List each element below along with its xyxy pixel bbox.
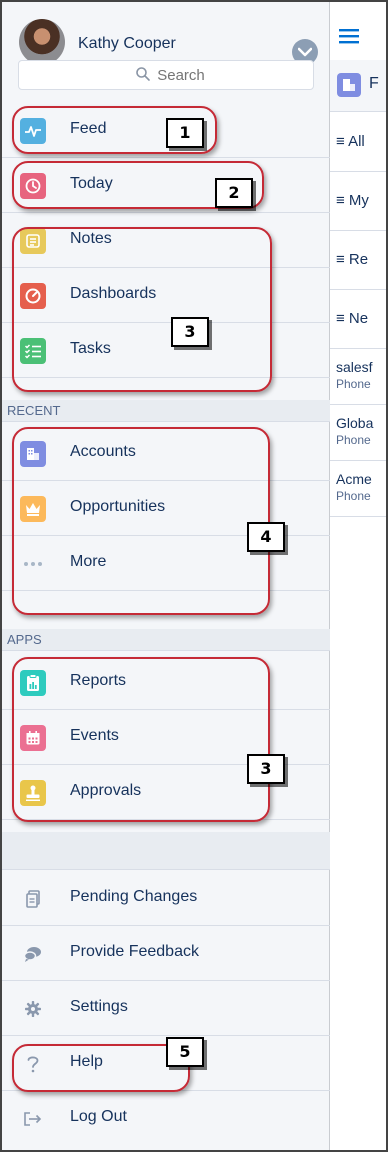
navigation-menu: Kathy Cooper Feed Today — [2, 2, 330, 1150]
record-name: salesf — [336, 359, 373, 375]
callout-badge: 3 — [247, 754, 285, 784]
callout-badge: 3 — [171, 317, 209, 347]
list-view-item[interactable]: ≡ Re — [330, 231, 386, 290]
nav-item-provide-feedback[interactable]: Provide Feedback — [2, 926, 330, 981]
checklist-icon — [20, 338, 46, 364]
object-title: F — [369, 75, 379, 92]
report-icon — [20, 670, 46, 696]
record-subtitle: Phone — [336, 489, 371, 503]
building-icon — [20, 441, 46, 467]
nav-item-label: Provide Feedback — [70, 943, 199, 960]
menu-spacer — [2, 832, 330, 870]
record-item[interactable]: Acme Phone — [330, 461, 386, 517]
section-header-recent: RECENT — [2, 400, 330, 422]
nav-item-label: Tasks — [70, 340, 111, 357]
nav-item-notes[interactable]: Notes — [2, 213, 330, 268]
list-view-item[interactable]: ≡ My — [330, 172, 386, 231]
list-view-item[interactable]: ≡ All — [330, 113, 386, 172]
nav-item-accounts[interactable]: Accounts — [2, 426, 330, 481]
nav-item-today[interactable]: Today — [2, 158, 330, 213]
record-item[interactable]: Globa Phone — [330, 405, 386, 461]
nav-item-label: Reports — [70, 672, 127, 689]
record-item[interactable]: salesf Phone — [330, 349, 386, 405]
nav-item-log-out[interactable]: Log Out — [2, 1091, 330, 1146]
nav-item-label: Opportunities — [70, 498, 166, 515]
nav-item-label: More — [70, 553, 107, 570]
nav-item-label: Feed — [70, 120, 107, 137]
nav-item-reports[interactable]: Reports — [2, 655, 330, 710]
nav-item-label: Events — [70, 727, 119, 744]
crown-icon — [20, 496, 46, 522]
nav-item-label: Log Out — [70, 1108, 127, 1125]
chat-icon — [20, 941, 46, 967]
record-subtitle: Phone — [336, 433, 371, 447]
list-view-label: ≡ Re — [336, 251, 369, 268]
record-subtitle: Phone — [336, 377, 371, 391]
calendar-icon — [20, 725, 46, 751]
section-heading: RECENT — [7, 403, 61, 418]
list-view-label: ≡ My — [336, 192, 369, 209]
app-frame: Kathy Cooper Feed Today — [0, 0, 388, 1152]
callout-badge: 5 — [166, 1037, 204, 1067]
nav-item-label: Today — [70, 175, 113, 192]
object-header: F — [330, 60, 386, 112]
callout-badge: 4 — [247, 522, 285, 552]
nav-item-label: Approvals — [70, 782, 142, 799]
callout-badge: 1 — [166, 118, 204, 148]
nav-item-pending-changes[interactable]: Pending Changes — [2, 871, 330, 926]
section-header-apps: APPS — [2, 629, 330, 651]
nav-item-label: Settings — [70, 998, 128, 1015]
list-view-label: ≡ All — [336, 133, 365, 150]
ellipsis-icon — [20, 551, 46, 577]
gear-icon — [20, 996, 46, 1022]
section-heading: APPS — [7, 632, 42, 647]
nav-item-settings[interactable]: Settings — [2, 981, 330, 1036]
hamburger-menu-icon[interactable] — [339, 28, 359, 44]
nav-item-dashboards[interactable]: Dashboards — [2, 268, 330, 323]
building-icon — [337, 73, 361, 97]
list-view-item[interactable]: ≡ Ne — [330, 290, 386, 349]
record-name: Globa — [336, 415, 374, 431]
nav-item-tasks[interactable]: Tasks — [2, 323, 330, 378]
nav-item-label: Pending Changes — [70, 888, 198, 905]
logout-icon — [20, 1106, 46, 1132]
gauge-icon — [20, 283, 46, 309]
search-icon — [136, 67, 150, 81]
feed-icon — [20, 118, 46, 144]
search-input[interactable] — [18, 60, 314, 90]
question-icon — [20, 1051, 46, 1077]
user-name: Kathy Cooper — [78, 35, 176, 52]
nav-item-label: Help — [70, 1053, 103, 1070]
main-content-panel: F ≡ All ≡ My ≡ Re ≡ Ne salesf Phone Glob… — [330, 2, 386, 1150]
callout-badge: 2 — [215, 178, 253, 208]
list-view-label: ≡ Ne — [336, 310, 369, 327]
note-icon — [20, 228, 46, 254]
clock-icon — [20, 173, 46, 199]
search-bar — [2, 60, 330, 96]
nav-item-label: Accounts — [70, 443, 136, 460]
chevron-down-icon — [298, 47, 312, 57]
nav-item-label: Dashboards — [70, 285, 157, 302]
avatar — [19, 19, 65, 65]
stamp-icon — [20, 780, 46, 806]
document-icon — [20, 886, 46, 912]
nav-item-label: Notes — [70, 230, 112, 247]
record-name: Acme — [336, 471, 372, 487]
